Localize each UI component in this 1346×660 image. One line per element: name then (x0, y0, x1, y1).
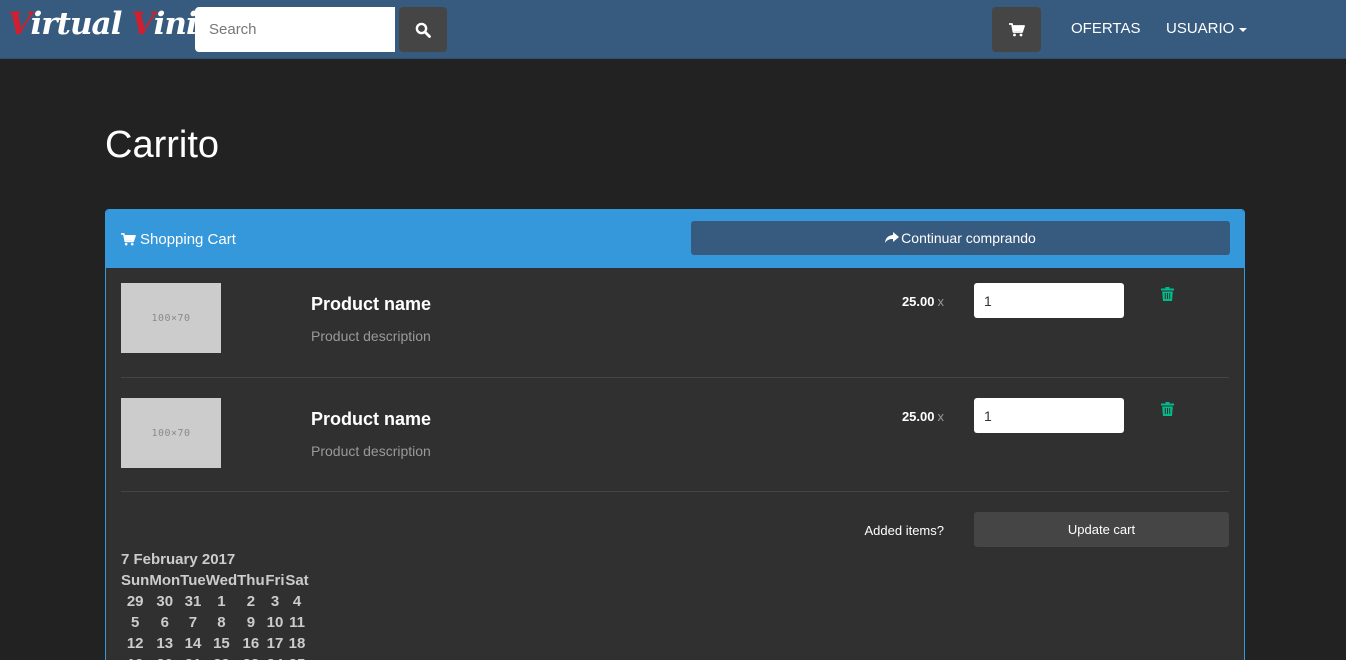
calendar-day[interactable]: 30 (149, 591, 180, 612)
item-divider (121, 491, 1229, 492)
calendar-grid: Sun Mon Tue Wed Thu Fri Sat 29 30 31 1 2 3 4 5 6… (121, 570, 309, 660)
calendar-day[interactable]: 3 (265, 591, 286, 612)
cart-button[interactable] (992, 7, 1041, 52)
calendar-week: 12 13 14 15 16 17 18 (121, 633, 309, 654)
product-name: Product name (311, 294, 432, 314)
brand-word-1: irtual (30, 6, 132, 42)
times-sign: x (937, 409, 945, 424)
item-divider (121, 377, 1229, 378)
page-title: Carrito (105, 124, 220, 166)
weekday: Tue (180, 572, 206, 589)
panel-title: Shopping Cart (121, 231, 236, 248)
continue-shopping-label: Continuar comprando (901, 230, 1036, 246)
remove-item-button[interactable] (1161, 287, 1174, 306)
calendar-day[interactable]: 13 (149, 633, 180, 654)
shopping-cart-icon (1008, 22, 1025, 36)
panel-heading: Shopping Cart Continuar comprando (106, 210, 1244, 268)
calendar-day[interactable]: 14 (180, 633, 206, 654)
calendar-day[interactable]: 2 (237, 591, 265, 612)
update-cart-button[interactable]: Update cart (974, 512, 1229, 547)
calendar-day[interactable]: 12 (121, 633, 149, 654)
calendar-day[interactable]: 22 (206, 654, 237, 660)
calendar-day[interactable]: 7 (180, 612, 206, 633)
nav-usuario-label: USUARIO (1166, 20, 1235, 37)
weekday: Thu (237, 572, 265, 589)
navbar: Virtual Vinilo OFERTAS USUARIO (0, 0, 1346, 59)
quantity-input[interactable] (974, 283, 1124, 318)
product-thumbnail: 100×70 (121, 283, 221, 353)
calendar-day[interactable]: 1 (206, 591, 237, 612)
calendar-day[interactable]: 11 (285, 612, 308, 633)
quantity-input[interactable] (974, 398, 1124, 433)
calendar-day[interactable]: 25 (285, 654, 308, 660)
calendar-day[interactable]: 10 (265, 612, 286, 633)
continue-shopping-button[interactable]: Continuar comprando (691, 221, 1230, 255)
calendar-day[interactable]: 21 (180, 654, 206, 660)
calendar-week: 5 6 7 8 9 10 11 (121, 612, 309, 633)
calendar-day[interactable]: 5 (121, 612, 149, 633)
calendar-week: 29 30 31 1 2 3 4 (121, 591, 309, 612)
added-items-label: Added items? (864, 523, 945, 538)
cart-item: 100×70 Product name Product description … (121, 283, 1229, 398)
product-description: Product description (311, 443, 431, 459)
calendar-day[interactable]: 18 (285, 633, 308, 654)
calendar-day[interactable]: 15 (206, 633, 237, 654)
calendar-week: 19202122232425 (121, 654, 309, 660)
chevron-down-icon (1239, 27, 1248, 32)
calendar-day[interactable]: 23 (237, 654, 265, 660)
calendar-day[interactable]: 20 (149, 654, 180, 660)
product-price: 25.00 x (902, 409, 944, 424)
weekday: Fri (265, 572, 285, 589)
calendar-day[interactable]: 17 (265, 633, 286, 654)
weekday: Sun (121, 572, 150, 589)
trash-icon (1161, 402, 1174, 416)
shopping-cart-panel: Shopping Cart Continuar comprando 100×70… (105, 209, 1245, 660)
calendar: 7 February 2017 Sun Mon Tue Wed Thu Fri … (121, 549, 309, 660)
cart-item: 100×70 Product name Product description … (121, 398, 1229, 513)
price-value: 25.00 (901, 294, 935, 309)
calendar-day[interactable]: 8 (206, 612, 237, 633)
calendar-weekdays: Sun Mon Tue Wed Thu Fri Sat (121, 570, 309, 591)
calendar-day[interactable]: 16 (237, 633, 265, 654)
product-name: Product name (311, 409, 432, 429)
calendar-day[interactable]: 4 (285, 591, 308, 612)
search-input[interactable] (195, 7, 395, 52)
calendar-day[interactable]: 9 (237, 612, 265, 633)
calendar-day[interactable]: 6 (149, 612, 180, 633)
times-sign: x (937, 294, 945, 309)
product-thumbnail: 100×70 (121, 398, 221, 468)
weekday: Mon (149, 572, 181, 589)
brand-letter-1: V (8, 6, 31, 42)
remove-item-button[interactable] (1161, 402, 1174, 421)
nav-ofertas[interactable]: OFERTAS (1071, 20, 1140, 37)
calendar-body: 2930311234567891011121314151617181920212… (121, 591, 309, 660)
weekday: Sat (285, 572, 309, 589)
calendar-day[interactable]: 29 (121, 591, 149, 612)
nav-usuario-dropdown[interactable]: USUARIO (1166, 20, 1248, 37)
calendar-day[interactable]: 24 (265, 654, 286, 660)
calendar-day[interactable]: 31 (180, 591, 206, 612)
weekday: Wed (205, 572, 238, 589)
calendar-title: 7 February 2017 (121, 551, 236, 568)
calendar-day[interactable]: 19 (121, 654, 149, 660)
search-icon (415, 22, 431, 38)
product-price: 25.00 x (902, 294, 944, 309)
trash-icon (1161, 287, 1174, 301)
shopping-cart-icon (121, 233, 136, 246)
panel-title-label: Shopping Cart (140, 231, 236, 248)
brand-letter-2: V (131, 6, 154, 42)
product-description: Product description (311, 328, 431, 344)
search-button[interactable] (399, 7, 447, 52)
price-value: 25.00 (901, 409, 935, 424)
share-arrow-icon (885, 232, 900, 243)
